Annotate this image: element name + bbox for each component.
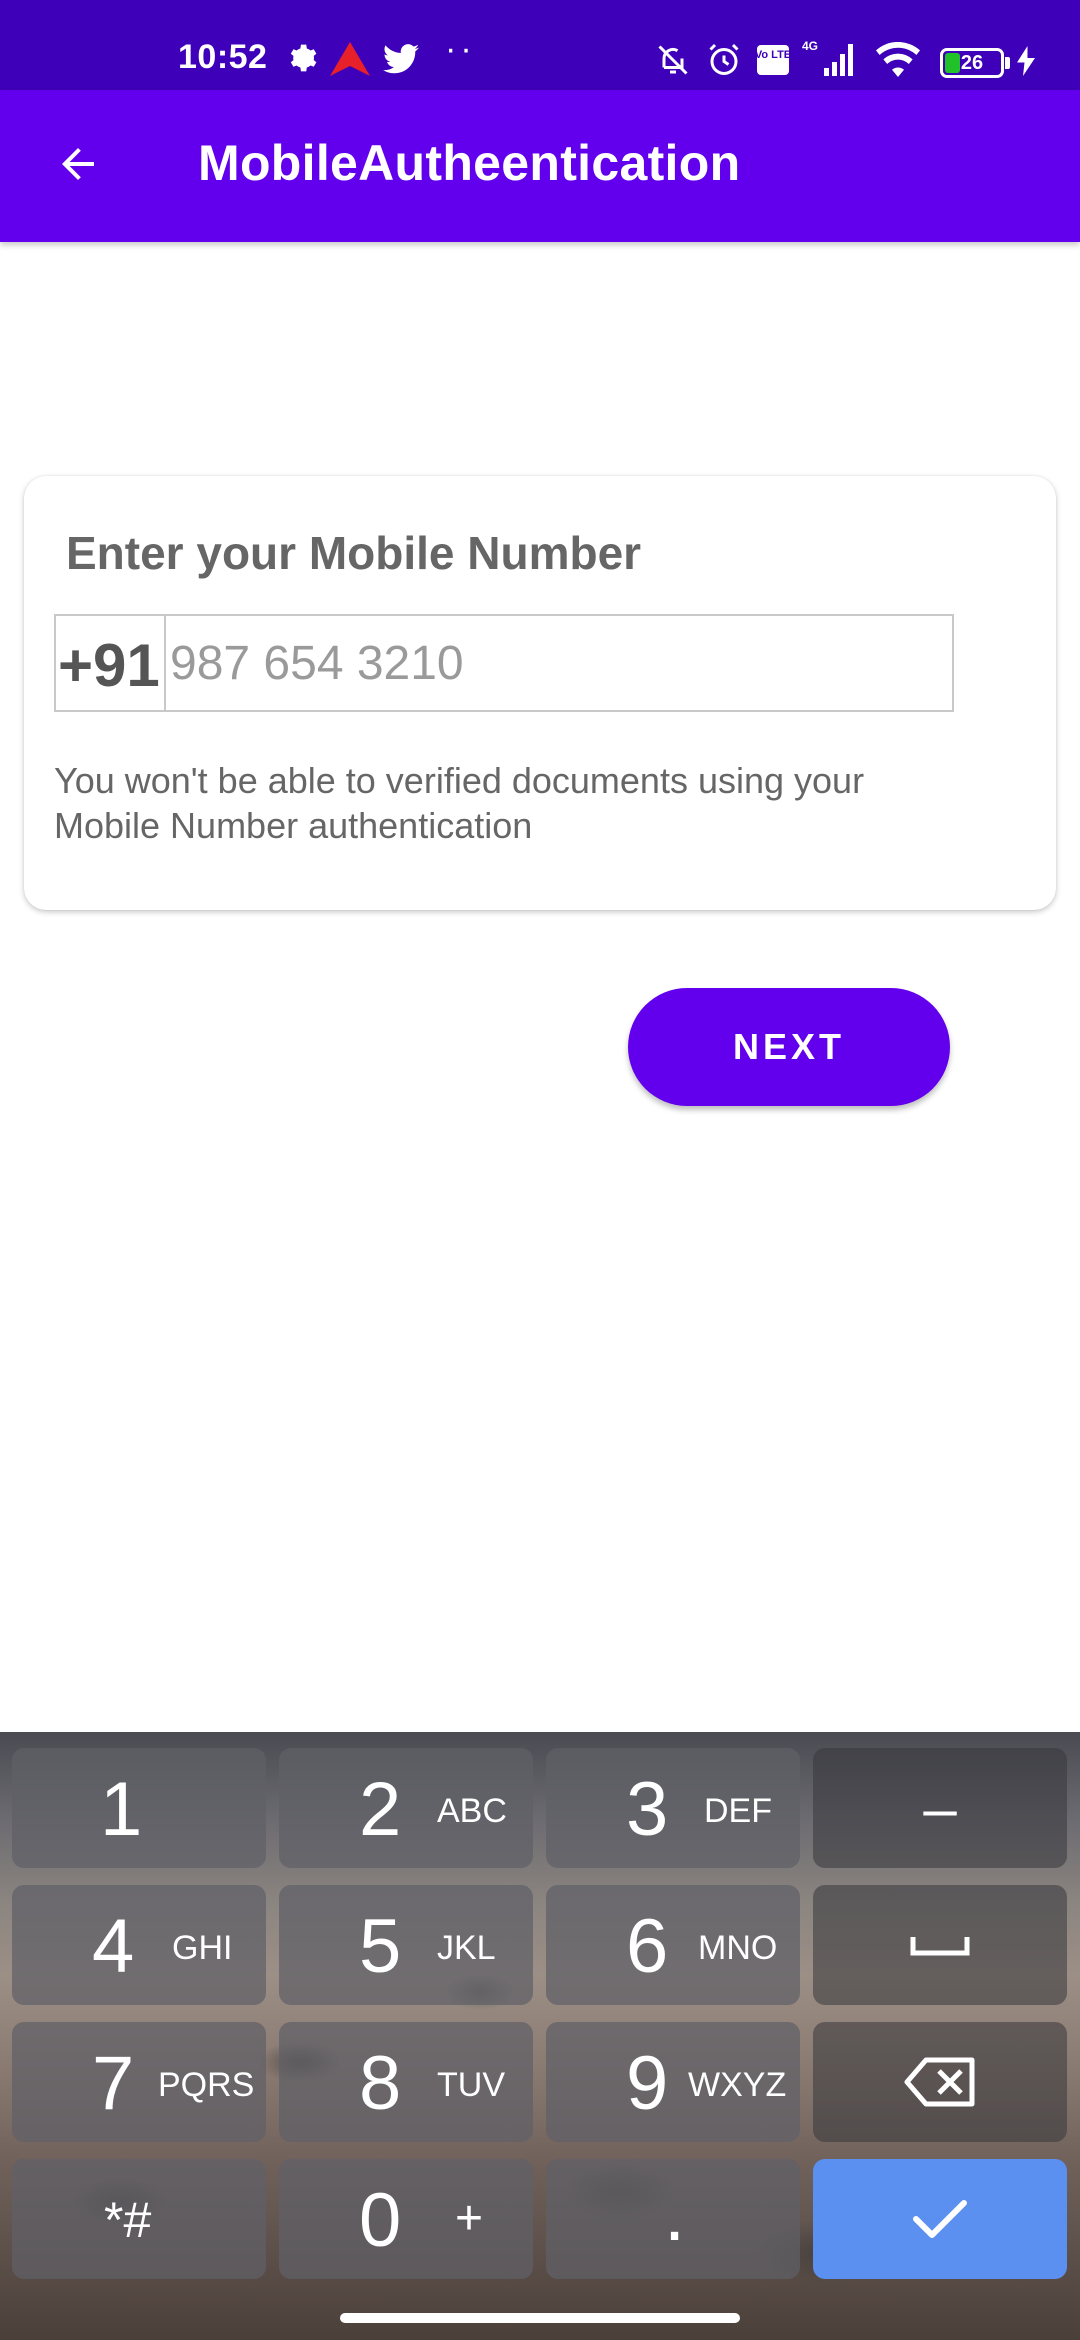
key-1[interactable]: 1 xyxy=(12,1748,266,1868)
settings-icon xyxy=(286,42,318,74)
mobile-number-input[interactable] xyxy=(168,616,952,710)
key-letters: MNO xyxy=(698,1929,778,1967)
key-digit: 8 xyxy=(359,2041,402,2126)
wifi-icon xyxy=(874,42,922,78)
red-arrow-app-icon xyxy=(330,42,370,76)
key-digit: 5 xyxy=(359,1904,402,1989)
page-title: MobileAutheentication xyxy=(198,135,741,191)
network-text: 4G xyxy=(802,39,818,53)
key-confirm[interactable] xyxy=(813,2159,1067,2279)
key-0[interactable]: 0 + xyxy=(279,2159,533,2279)
numeric-keyboard: 1 2 ABC 3 DEF – 4 GHI 5 JKL 6 MNO 7 PQRS… xyxy=(0,1732,1080,2340)
key-digit: 1 xyxy=(100,1767,143,1852)
key-9[interactable]: 9 WXYZ xyxy=(546,2022,800,2142)
alarm-icon xyxy=(706,42,742,78)
key-digit: 0 xyxy=(359,2178,402,2263)
key-letters: TUV xyxy=(437,2066,505,2104)
next-button[interactable]: NEXT xyxy=(628,988,950,1106)
key-letters: JKL xyxy=(437,1929,496,1967)
key-digit: 9 xyxy=(626,2041,669,2126)
key-2[interactable]: 2 ABC xyxy=(279,1748,533,1868)
key-letters: WXYZ xyxy=(688,2066,787,2104)
charging-icon xyxy=(1016,46,1036,76)
signal-icon: 4G xyxy=(800,38,862,78)
phone-field: +91 xyxy=(54,614,954,712)
status-bar: 10:52 ·· Vo LTE 4G 26 xyxy=(0,0,1080,90)
key-digit: 4 xyxy=(92,1904,135,1989)
key-digit: *# xyxy=(104,2192,152,2248)
key-3[interactable]: 3 DEF xyxy=(546,1748,800,1868)
country-code-prefix: +91 xyxy=(56,616,166,710)
app-bar: MobileAutheentication xyxy=(0,90,1080,242)
mobile-number-card: Enter your Mobile Number +91 You won't b… xyxy=(24,476,1056,910)
battery-icon: 26 xyxy=(940,48,1004,78)
key-letters: DEF xyxy=(704,1792,772,1830)
key-star-hash[interactable]: *# xyxy=(12,2159,266,2279)
key-5[interactable]: 5 JKL xyxy=(279,1885,533,2005)
space-icon xyxy=(813,1885,1067,2005)
key-backspace[interactable] xyxy=(813,2022,1067,2142)
card-title: Enter your Mobile Number xyxy=(66,527,642,579)
key-4[interactable]: 4 GHI xyxy=(12,1885,266,2005)
check-icon xyxy=(813,2159,1067,2279)
key-letters: GHI xyxy=(172,1929,233,1967)
battery-level: 26 xyxy=(960,52,984,74)
status-time: 10:52 xyxy=(178,38,268,76)
key-minus[interactable]: – xyxy=(813,1748,1067,1868)
key-digit: 3 xyxy=(626,1767,669,1852)
card-note: You won't be able to verified documents … xyxy=(54,760,865,846)
backspace-icon xyxy=(813,2022,1067,2142)
key-digit: 2 xyxy=(359,1767,402,1852)
home-indicator[interactable] xyxy=(340,2313,740,2323)
key-7[interactable]: 7 PQRS xyxy=(12,2022,266,2142)
key-dot[interactable]: . xyxy=(546,2159,800,2279)
volte-icon: Vo LTE xyxy=(756,44,790,76)
key-digit: . xyxy=(664,2172,686,2257)
arrow-left-icon xyxy=(54,140,102,193)
key-digit: 7 xyxy=(92,2041,135,2126)
key-letters: + xyxy=(455,2192,484,2245)
more-dots-icon: ·· xyxy=(445,30,476,68)
key-digit: 6 xyxy=(626,1904,669,1989)
key-letters: PQRS xyxy=(158,2066,255,2104)
key-letters: ABC xyxy=(437,1792,507,1830)
back-button[interactable] xyxy=(38,136,118,196)
key-8[interactable]: 8 TUV xyxy=(279,2022,533,2142)
mute-icon xyxy=(654,42,692,78)
key-6[interactable]: 6 MNO xyxy=(546,1885,800,2005)
key-space[interactable] xyxy=(813,1885,1067,2005)
twitter-icon xyxy=(382,44,420,74)
minus-symbol: – xyxy=(923,1774,957,1842)
volte-text: Vo LTE xyxy=(756,49,790,61)
